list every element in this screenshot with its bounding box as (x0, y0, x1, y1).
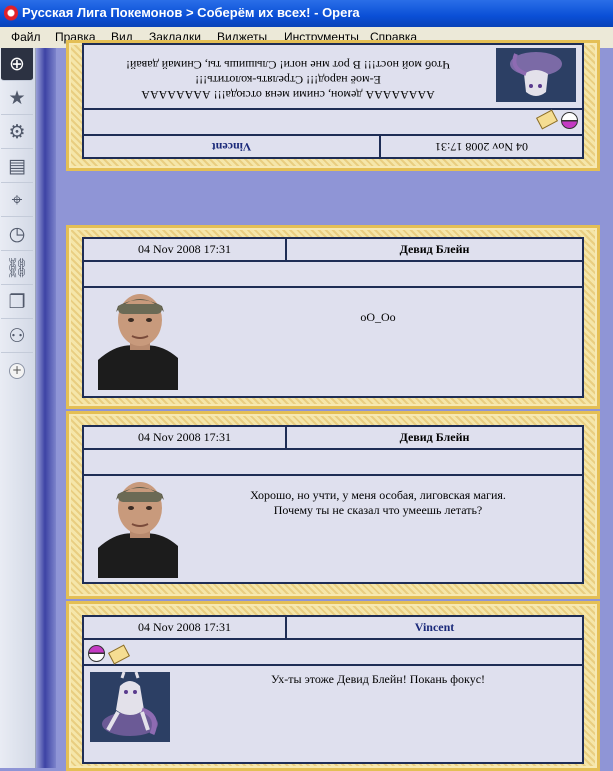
menu-file[interactable]: Файл (11, 30, 41, 44)
pokeball-icon (561, 112, 578, 129)
post-date: 04 Nov 2008 17:31 (84, 427, 287, 448)
link-icon[interactable]: ⛓ (1, 252, 33, 285)
post-author[interactable]: Vincent (84, 136, 379, 157)
window-titlebar: Русская Лига Покемонов > Соберём их всех… (0, 0, 613, 27)
post-author[interactable]: Девид Блейн (287, 239, 582, 260)
post-icons-row (84, 108, 582, 134)
post-date: 04 Nov 2008 17:31 (84, 239, 287, 260)
david-blaine-photo (98, 290, 178, 390)
plus-circle-icon[interactable]: ⊕ (1, 48, 33, 81)
post-message-line: оО_Оо (360, 310, 396, 324)
robot-icon[interactable]: ⚇ (1, 320, 33, 353)
post-message: оО_Оо (184, 310, 572, 325)
mewtwo-avatar-icon (90, 672, 170, 742)
card-icon (108, 644, 130, 665)
star-icon[interactable]: ★ (1, 82, 33, 115)
post-header-row: 04 Nov 2008 17:31 Девид Блейн (84, 427, 582, 450)
post-body: Хорошо, но учти, у меня особая, лиговска… (84, 476, 582, 582)
post-message-line: Чтоб мой ност!!! В рот мне ноги! Слышишь… (126, 58, 451, 72)
card-icon (536, 109, 558, 130)
clock-icon[interactable]: ◷ (1, 218, 33, 251)
chat-icon[interactable]: ▤ (1, 150, 33, 183)
post-icons-row (84, 262, 582, 288)
post-inner: 04 Nov 2008 17:31 Девид Блейн оО_Оо (82, 237, 584, 398)
post-header-row: 04 Nov 2008 17:31 Vincent (84, 134, 582, 157)
forum-post: 04 Nov 2008 17:31 Девид Блейн оО_Оо (66, 225, 600, 409)
post-author[interactable]: Vincent (287, 617, 582, 638)
post-author[interactable]: Девид Блейн (287, 427, 582, 448)
david-blaine-photo (98, 478, 178, 578)
page-edge-strip (36, 48, 56, 768)
post-message: АААААААА демон, сними меня отсюда!!! ААА… (94, 57, 482, 102)
post-message: Хорошо, но учти, у меня особая, лиговска… (184, 488, 572, 518)
post-message: Ух-ты этоже Девид Блейн! Покань фокус! (184, 672, 572, 687)
post-body: оО_Оо (84, 288, 582, 396)
add-panel-button[interactable]: + (9, 363, 25, 379)
post-message-line: Хорошо, но учти, у меня особая, лиговска… (250, 488, 506, 502)
post-date: 04 Nov 2008 17:31 (379, 136, 582, 157)
opera-panel-sidebar: ⊕ ★ ⚙ ▤ ⌖ ◷ ⛓ ❐ ⚇ + (0, 48, 36, 768)
forum-post: 04 Nov 2008 17:31 Vincent Ух-ты этоже Де… (66, 601, 600, 771)
pages-icon[interactable]: ❐ (1, 286, 33, 319)
forum-post: 04 Nov 2008 17:31 Vincent АААААААА демон… (66, 40, 600, 171)
post-inner: 04 Nov 2008 17:31 Девид Блейн Хорошо, но… (82, 425, 584, 584)
opera-logo-icon (4, 5, 18, 21)
forum-post: 04 Nov 2008 17:31 Девид Блейн Хорошо, но… (66, 411, 600, 599)
post-message-line: Е-моё народ!!! Стрелять-колотить!!! (195, 73, 381, 87)
post-body: АААААААА демон, сними меня отсюда!!! ААА… (84, 45, 582, 108)
post-body: Ух-ты этоже Девид Блейн! Покань фокус! (84, 666, 582, 762)
post-message-line: Ух-ты этоже Девид Блейн! Покань фокус! (270, 672, 486, 686)
pokeball-icon (88, 645, 105, 662)
post-icons-row (84, 640, 582, 666)
post-message-line: Почему ты не сказал что умеешь летать? (273, 503, 483, 517)
post-header-row: 04 Nov 2008 17:31 Девид Блейн (84, 239, 582, 262)
gear-icon[interactable]: ⚙ (1, 116, 33, 149)
post-icons-row (84, 450, 582, 476)
post-message-line: АААААААА демон, сними меня отсюда!!! ААА… (141, 88, 435, 102)
mewtwo-avatar-icon (496, 48, 576, 102)
window-title: Русская Лига Покемонов > Соберём их всех… (22, 5, 360, 20)
satellite-icon[interactable]: ⌖ (1, 184, 33, 217)
post-inner: 04 Nov 2008 17:31 Vincent Ух-ты этоже Де… (82, 615, 584, 764)
post-header-row: 04 Nov 2008 17:31 Vincent (84, 617, 582, 640)
post-date: 04 Nov 2008 17:31 (84, 617, 287, 638)
post-inner: 04 Nov 2008 17:31 Vincent АААААААА демон… (82, 43, 584, 159)
